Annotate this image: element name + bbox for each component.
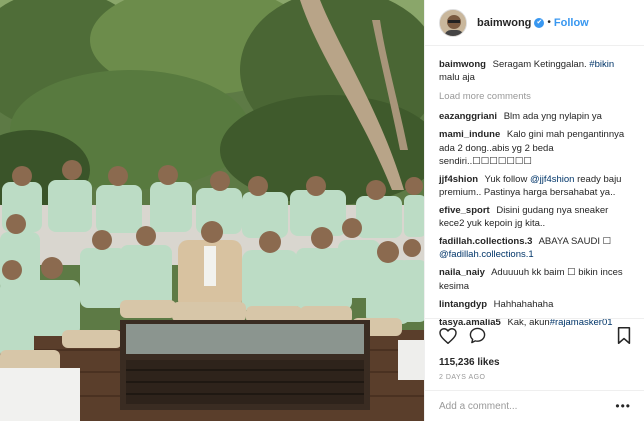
comment-input[interactable] — [439, 400, 609, 412]
comment-text: ABAYA SAUDI ☐ — [538, 236, 612, 248]
add-comment-bar: ••• — [425, 390, 644, 421]
post-header: baimwong ✔ • Follow — [425, 0, 644, 46]
avatar[interactable] — [439, 8, 467, 37]
instagram-post: baimwong ✔ • Follow baimwong Seragam Ket… — [0, 0, 644, 421]
header-username[interactable]: baimwong — [477, 17, 531, 29]
comments-list: baimwong Seragam Ketinggalan. #bikin mal… — [425, 46, 644, 329]
caption: baimwong Seragam Ketinggalan. #bikin mal… — [439, 58, 630, 84]
group-photo-illustration — [0, 0, 424, 421]
comment-text: Blm ada yng nylapin ya — [503, 111, 602, 123]
comment-item: jjf4shion Yuk follow @jjf4shion ready ba… — [439, 173, 630, 199]
load-more-comments[interactable]: Load more comments — [439, 90, 630, 103]
comment-item: lintangdyp Hahhahahaha — [439, 298, 630, 311]
more-options-icon[interactable]: ••• — [615, 399, 631, 413]
comment-mention[interactable]: @jjf4shion — [530, 174, 575, 185]
post-timestamp: 2 DAYS AGO — [439, 374, 486, 381]
comment-mention[interactable]: @fadillah.collections.1 — [439, 249, 534, 260]
caption-text: Seragam Ketinggalan. — [492, 59, 587, 70]
caption-hashtag[interactable]: #bikin — [589, 59, 614, 70]
comment-username[interactable]: lintangdyp — [439, 299, 487, 310]
comment-username[interactable]: mami_indune — [439, 129, 500, 140]
bookmark-icon[interactable] — [617, 327, 631, 349]
action-icons — [439, 327, 631, 349]
comment-item: mami_indune Kalo gini mah pengantinnya a… — [439, 128, 630, 167]
comment-bubble-icon[interactable] — [469, 327, 486, 349]
comment-username[interactable]: efive_sport — [439, 205, 490, 216]
caption-username[interactable]: baimwong — [439, 59, 486, 70]
follow-button[interactable]: Follow — [554, 17, 589, 29]
comment-username[interactable]: eazanggriani — [439, 111, 497, 122]
action-icons-left — [439, 327, 486, 349]
comment-item: fadillah.collections.3 ABAYA SAUDI ☐ @fa… — [439, 235, 630, 261]
separator-dot: • — [547, 17, 551, 28]
comment-text: Yuk follow — [484, 173, 528, 185]
comment-username[interactable]: naila_naiy — [439, 267, 485, 278]
heart-icon[interactable] — [439, 327, 457, 349]
post-sidebar: baimwong ✔ • Follow baimwong Seragam Ket… — [424, 0, 644, 421]
post-actions: 115,236 likes 2 DAYS AGO — [425, 318, 644, 381]
comment-item: efive_sport Disini gudang nya sneaker ke… — [439, 204, 630, 230]
post-photo[interactable] — [0, 0, 424, 421]
comment-item: eazanggriani Blm ada yng nylapin ya — [439, 110, 630, 123]
comment-username[interactable]: fadillah.collections.3 — [439, 236, 532, 247]
caption-text-end: malu aja — [439, 72, 475, 84]
comment-username[interactable]: jjf4shion — [439, 174, 478, 185]
comment-text: Hahhahahaha — [493, 298, 554, 310]
verified-badge-icon: ✔ — [534, 17, 545, 28]
comment-item: naila_naiy Aduuuuh kk baim ☐ bikin inces… — [439, 266, 630, 292]
likes-count[interactable]: 115,236 likes — [439, 357, 631, 368]
